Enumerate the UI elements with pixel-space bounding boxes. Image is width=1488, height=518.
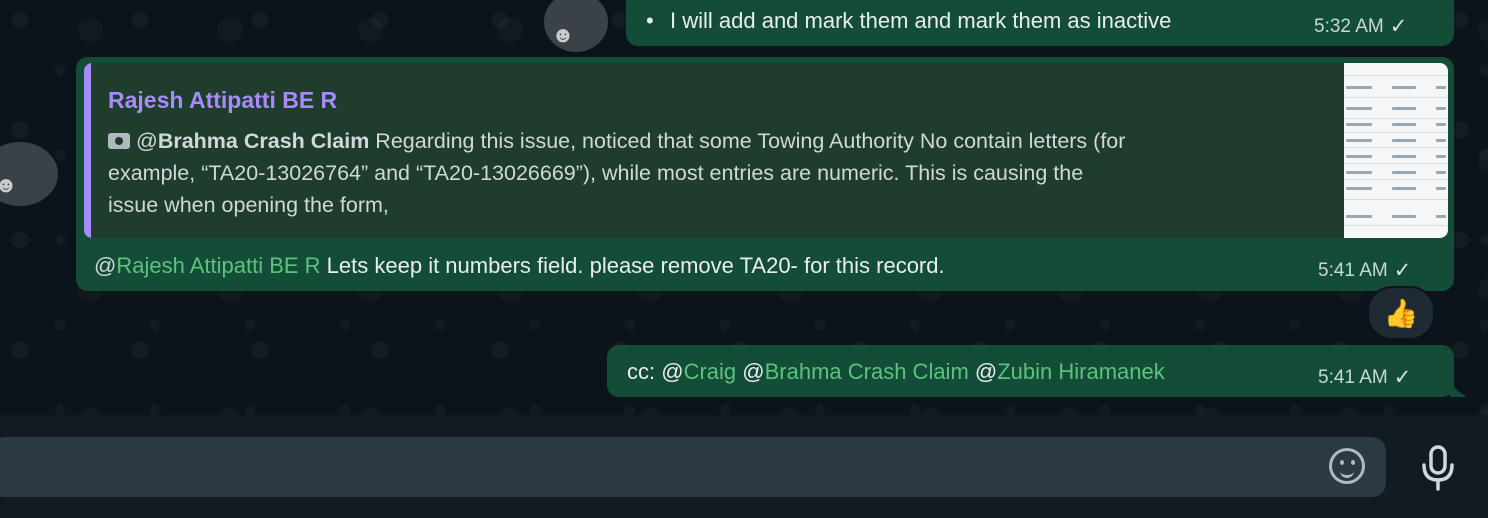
thumbs-up-icon: 👍 (1383, 297, 1419, 329)
cc-prefix: cc: (627, 359, 662, 384)
message-text: cc: @Craig @Brahma Crash Claim @Zubin Hi… (627, 359, 1165, 385)
avatar-face-icon: ☻ (551, 22, 575, 47)
message-timestamp: 5:41 AM ✓ (1318, 258, 1411, 283)
mention-at-sign: @ (94, 253, 117, 278)
bubble-tail (1450, 380, 1467, 397)
quoted-line-2: example, “TA20-13026764” and “TA20-13026… (108, 161, 1084, 185)
message-timestamp: 5:41 AM ✓ (1318, 365, 1411, 390)
emoji-icon[interactable] (1329, 448, 1365, 484)
mention-link[interactable]: Brahma Crash Claim (765, 359, 969, 384)
mention-link[interactable]: Craig (684, 359, 737, 384)
mention-link[interactable]: Rajesh Attipatti BE R (116, 253, 320, 278)
timestamp-text: 5:41 AM (1318, 366, 1388, 388)
message-body: Lets keep it numbers field. please remov… (320, 253, 945, 278)
mention-link[interactable]: Zubin Hiramanek (997, 359, 1165, 384)
camera-icon (108, 133, 130, 149)
quoted-image-thumbnail[interactable] (1344, 63, 1448, 238)
single-check-icon: ✓ (1393, 366, 1412, 389)
mention-at-sign: @ (661, 359, 684, 384)
quoted-line-1: Regarding this issue, noticed that some … (369, 129, 1126, 153)
mention-at-sign: @ (736, 359, 765, 384)
quoted-line-3: issue when opening the form, (108, 193, 389, 217)
quoted-text: @Brahma Crash Claim Regarding this issue… (108, 125, 1328, 221)
message-text: @Rajesh Attipatti BE R Lets keep it numb… (94, 253, 945, 279)
message-timestamp: 5:32 AM ✓ (1314, 14, 1407, 39)
single-check-icon: ✓ (1393, 259, 1412, 282)
timestamp-text: 5:41 AM (1318, 259, 1388, 281)
message-text: I will add and mark them and mark them a… (670, 8, 1172, 33)
quoted-author: Rajesh Attipatti BE R (108, 87, 338, 113)
quoted-at-sign: @ (136, 129, 158, 153)
outgoing-message-bubble[interactable]: • I will add and mark them and mark them… (626, 0, 1454, 46)
avatar-face-icon: ☻ (0, 172, 18, 197)
mention-at-sign: @ (968, 359, 998, 384)
reaction-badge[interactable]: 👍 (1367, 286, 1435, 340)
message-input[interactable] (0, 437, 1386, 497)
quoted-mention: Brahma Crash Claim (157, 129, 370, 153)
single-check-icon: ✓ (1389, 15, 1408, 38)
quoted-message[interactable]: Rajesh Attipatti BE R @Brahma Crash Clai… (84, 63, 1448, 238)
list-bullet: • (646, 8, 654, 33)
microphone-icon[interactable] (1418, 445, 1458, 491)
quote-accent-bar (84, 63, 91, 238)
timestamp-text: 5:32 AM (1314, 15, 1384, 37)
